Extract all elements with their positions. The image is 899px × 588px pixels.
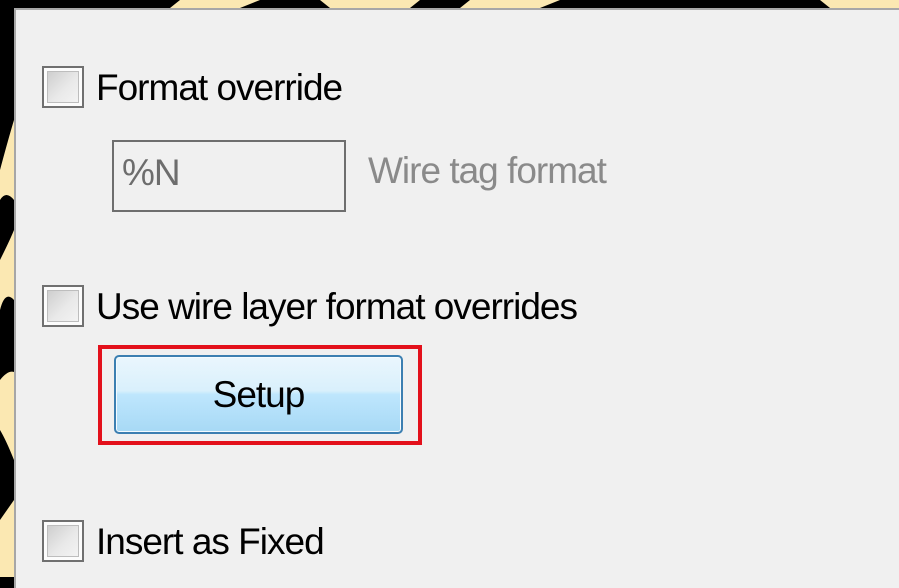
- wire-tag-format-label: Wire tag format: [368, 150, 607, 191]
- insert-as-fixed-checkbox[interactable]: [42, 520, 84, 562]
- wire-tag-format-input[interactable]: %N: [112, 140, 346, 212]
- format-override-checkbox[interactable]: [42, 66, 84, 108]
- setup-button[interactable]: Setup: [114, 355, 403, 434]
- format-override-label[interactable]: Format override: [96, 66, 343, 110]
- insert-as-fixed-label[interactable]: Insert as Fixed: [96, 520, 325, 564]
- use-wire-layer-overrides-checkbox[interactable]: [42, 285, 84, 327]
- use-wire-layer-overrides-label[interactable]: Use wire layer format overrides: [96, 285, 578, 329]
- options-panel: Format override %N Wire tag format Use w…: [14, 8, 899, 588]
